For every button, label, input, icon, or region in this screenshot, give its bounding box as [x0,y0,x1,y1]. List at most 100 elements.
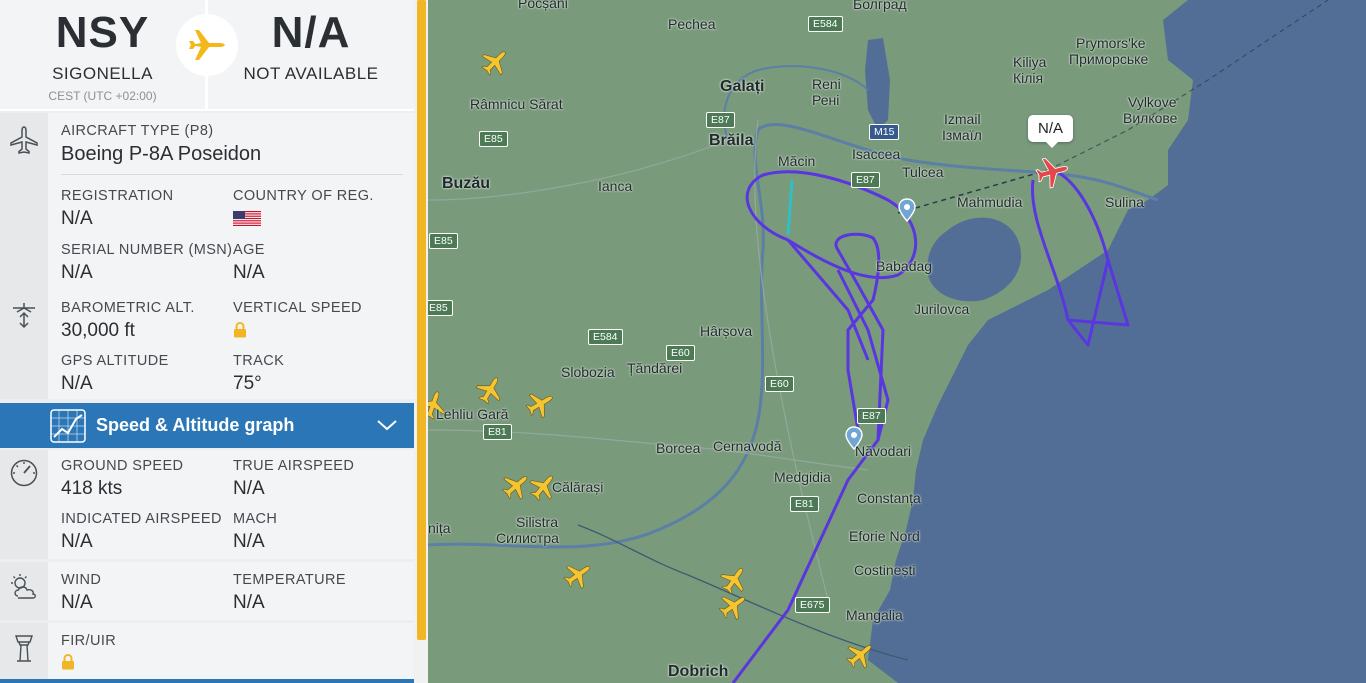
weather-section: WIND N/A TEMPERATURE N/A [0,562,414,620]
place-label: Slobozia [561,364,615,380]
place-label: Pechea [668,16,716,32]
registration-field: REGISTRATION N/A [61,187,173,231]
aircraft-icon[interactable] [477,43,514,80]
true-airspeed-value: N/A [233,478,265,499]
aircraft-icon [10,126,38,154]
true-airspeed-label: TRUE AIRSPEED [233,458,355,474]
panel-scrollbar-thumb[interactable] [417,0,426,640]
route-header: NSY SIGONELLA CEST (UTC +02:00) N/A NOT … [0,0,414,111]
road-shield: E85 [429,233,458,249]
aircraft-icon[interactable] [560,556,597,593]
fir-section-icon-col [0,623,48,679]
aircraft-type-code: (P8) [184,123,214,139]
mach-field: MACH N/A [233,510,277,554]
temperature-field: TEMPERATURE N/A [233,571,346,615]
altitude-section-icon-col [0,177,48,399]
place-label: Cernavodă [713,438,782,454]
graph-icon [50,409,86,443]
place-label: nița [428,520,451,536]
road-shield: E87 [706,112,735,128]
indicated-airspeed-label: INDICATED AIRSPEED [61,511,222,527]
ground-speed-field: GROUND SPEED 418 kts [61,457,183,501]
fir-field: FIR/UIR [61,632,116,675]
place-label: Jurilovca [914,301,970,317]
place-label: Вилкове [1123,110,1178,126]
place-label: Râmnicu Sărat [470,96,563,112]
place-label: Приморське [1069,51,1149,67]
vertical-speed-field: VERTICAL SPEED [233,299,362,343]
place-label: Costinești [854,562,916,578]
place-label: Silistra [516,514,559,530]
chevron-down-icon [377,420,397,431]
place-label: Eforie Nord [849,528,920,544]
road-shield: E81 [483,424,512,440]
fir-section: FIR/UIR [0,623,414,679]
lock-icon[interactable] [233,321,247,338]
place-label: Болград [853,0,907,12]
track-field: TRACK 75° [233,352,284,396]
origin-code: NSY [55,8,150,57]
track-segment-highlight [786,179,794,236]
place-label: Pocșani [518,0,568,11]
place-label: Mahmudia [957,194,1023,210]
place-label: Prymors'ke [1076,35,1146,51]
place-label: Buzău [442,175,490,192]
razim-lagoon [927,217,1022,302]
place-label: Călărași [552,479,604,495]
road-shield: E85 [479,131,508,147]
aircraft-type-name: Boeing P-8A Poseidon [61,143,262,165]
temperature-value: N/A [233,592,265,613]
aircraft-icon[interactable] [498,467,535,504]
place-label: Brăila [709,132,754,149]
selected-aircraft-callout[interactable]: N/A [1028,115,1074,148]
aircraft-type-label: AIRCRAFT TYPE [61,123,181,139]
place-label: Силистра [496,530,559,546]
wind-label: WIND [61,572,102,588]
baro-alt-field: BAROMETRIC ALT. 30,000 ft [61,299,195,343]
panel-bottom-strip [0,679,414,683]
serial-field: SERIAL NUMBER (MSN) N/A [61,241,232,285]
us-flag-icon [233,211,261,226]
airport-marker-icon[interactable] [898,198,916,223]
place-label: Vylkove [1128,94,1177,110]
place-label: Izmail [944,111,981,127]
country-field: COUNTRY OF REG. [233,187,374,231]
destination-city: NOT AVAILABLE [243,64,379,83]
lock-icon[interactable] [61,653,75,670]
place-label: Tulcea [902,164,944,180]
destination-block[interactable]: N/A NOT AVAILABLE [208,0,414,111]
selected-aircraft-icon[interactable] [1034,153,1072,190]
temperature-label: TEMPERATURE [233,572,346,588]
aircraft-icon[interactable] [716,561,753,598]
registration-label: REGISTRATION [61,188,174,204]
map-canvas[interactable] [428,0,1366,683]
gps-alt-value: N/A [61,373,93,394]
place-label: Isaccea [852,146,901,162]
road-shield: E584 [588,329,623,345]
aircraft-icon[interactable] [472,371,508,407]
baro-alt-label: BAROMETRIC ALT. [61,300,195,316]
place-label: Ianca [598,178,633,194]
destination-code: N/A [271,8,351,57]
origin-city: SIGONELLA [52,64,153,83]
place-label: Кілія [1013,70,1044,86]
speed-altitude-graph-toggle[interactable]: Speed & Altitude graph [0,403,414,448]
airplane-icon [189,30,225,60]
place-label: Năvodari [855,443,912,459]
road-shield: E81 [790,496,819,512]
flight-map[interactable]: N/A Pocșani Pechea Болград Galați Reni Р… [428,0,1366,683]
speedometer-icon [10,459,38,487]
age-field: AGE N/A [233,241,265,285]
road-shield: E85 [428,300,453,316]
altitude-icon [13,303,35,329]
mach-value: N/A [233,531,265,552]
flight-info-panel: NSY SIGONELLA CEST (UTC +02:00) N/A NOT … [0,0,414,683]
gps-alt-field: GPS ALTITUDE N/A [61,352,169,396]
weather-icon [11,574,36,599]
graph-label: Speed & Altitude graph [96,415,295,435]
place-label: Babadag [876,258,933,274]
wind-value: N/A [61,592,93,613]
aircraft-icon[interactable] [715,587,752,624]
origin-block[interactable]: NSY SIGONELLA CEST (UTC +02:00) [0,0,205,111]
aircraft-icon[interactable] [522,386,558,422]
